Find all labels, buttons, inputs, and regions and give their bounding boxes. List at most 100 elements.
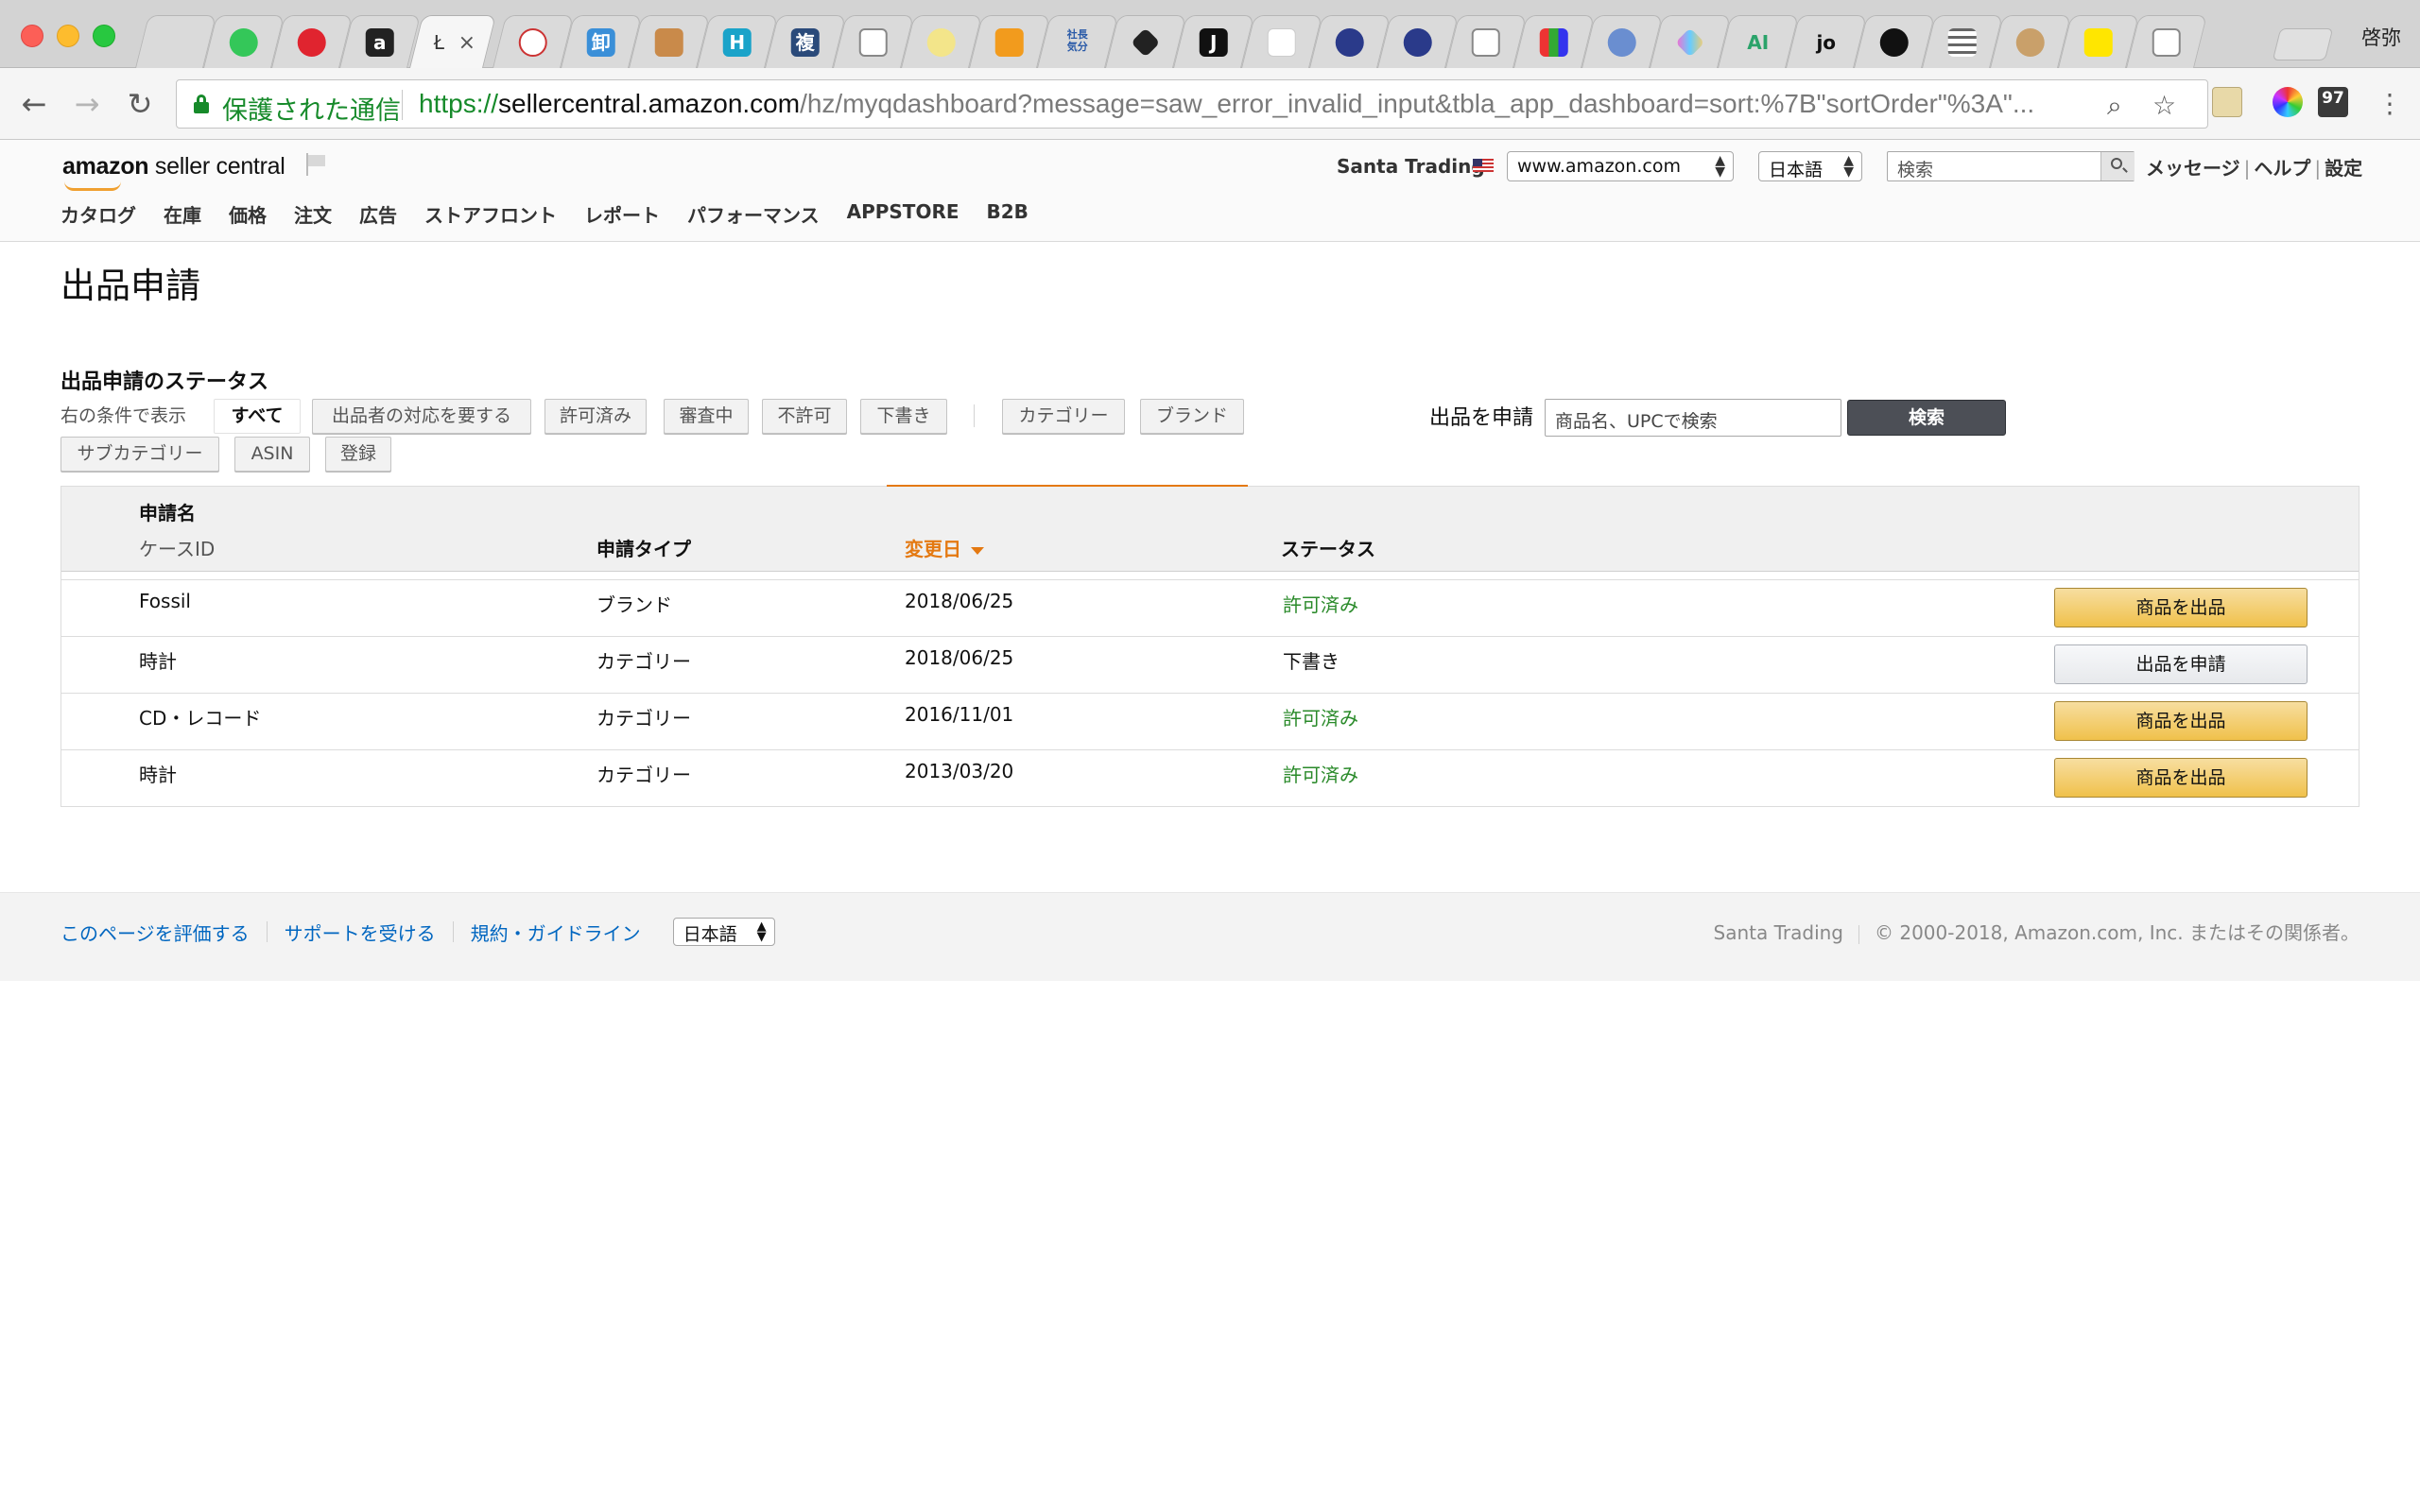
bookmark-star-icon[interactable]: ☆ [2152, 90, 2176, 121]
list-product-button[interactable]: 商品を出品 [2054, 758, 2308, 798]
browser-tab-strip: a Ł × 卸 H 複 社長気分 J AI jo 啓弥 [0, 0, 2420, 68]
page-title: 出品申請 [60, 266, 200, 306]
back-arrow-icon[interactable]: ← [15, 85, 53, 123]
filter-registration[interactable]: 登録 [325, 437, 391, 472]
nav-pricing[interactable]: 価格 [229, 200, 267, 228]
header-type[interactable]: 申請タイプ [596, 534, 691, 561]
header-date-label: 変更日 [905, 538, 961, 560]
filter-approved[interactable]: 許可済み [544, 399, 647, 434]
color-grid-icon [1539, 28, 1568, 57]
nav-reports[interactable]: レポート [584, 200, 660, 228]
get-support-link[interactable]: サポートを受ける [285, 919, 436, 946]
header-status[interactable]: ステータス [1281, 534, 1375, 561]
nav-appstore[interactable]: APPSTORE [847, 200, 959, 228]
browser-tab[interactable]: a [339, 15, 421, 68]
url-host: sellercentral.amazon.com [498, 89, 801, 118]
jo-icon: jo [1816, 31, 1837, 54]
browser-tab-active[interactable]: Ł × [409, 15, 496, 68]
footer-language-select[interactable]: 日本語 ▲ ▼ [672, 918, 775, 946]
filter-denied[interactable]: 不許可 [762, 399, 847, 434]
logo-seller-central: seller central [148, 153, 285, 180]
reload-icon[interactable]: ↻ [121, 85, 159, 123]
header-name[interactable]: 申請名 [139, 498, 196, 525]
nav-advertising[interactable]: 広告 [359, 200, 397, 228]
address-bar[interactable]: 保護された通信 https://sellercentral.amazon.com… [176, 79, 2208, 129]
minimize-window-button[interactable] [57, 25, 79, 47]
zoom-magnifier-icon[interactable]: ⌕ [2107, 90, 2122, 122]
row-type: カテゴリー [596, 707, 691, 730]
header-search-placeholder: 検索 [1897, 160, 1934, 180]
header-search-input[interactable]: 検索 [1887, 151, 2135, 181]
secure-connection-label[interactable]: 保護された通信 [222, 90, 401, 127]
filter-all[interactable]: すべて [214, 399, 301, 434]
doc-icon [1471, 28, 1500, 57]
color-picker-extension-icon[interactable] [2273, 87, 2303, 117]
shacho-icon: 社長気分 [1066, 28, 1088, 53]
globe-icon [1335, 28, 1364, 57]
seller-central-logo[interactable]: amazon seller central [62, 153, 285, 191]
sort-column-accent [887, 485, 1248, 487]
footer-divider [266, 921, 268, 942]
url-text[interactable]: https://sellercentral.amazon.com/hz/myqd… [419, 89, 2034, 119]
apply-search-button[interactable]: 検索 [1847, 400, 2006, 436]
request-approval-button[interactable]: 出品を申請 [2054, 644, 2308, 684]
url-scheme: https:// [419, 89, 499, 118]
browser-menu-icon[interactable]: ⋮ [2371, 85, 2409, 123]
j-icon: J [1199, 28, 1228, 57]
filter-draft[interactable]: 下書き [860, 399, 947, 434]
filter-subcategory[interactable]: サブカテゴリー [60, 437, 219, 472]
close-tab-icon[interactable]: × [458, 31, 475, 55]
list-product-button[interactable]: 商品を出品 [2054, 701, 2308, 741]
applications-table: 申請名 ケースID 申請タイプ 変更日 ステータス Fossil ブランド 20… [60, 486, 2360, 807]
browser-tab[interactable] [2126, 15, 2207, 68]
apply-search-input[interactable]: 商品名、UPCで検索 [1545, 399, 1841, 437]
nav-catalog[interactable]: カタログ [60, 200, 136, 228]
doc-icon [858, 28, 888, 57]
close-window-button[interactable] [21, 25, 43, 47]
list-product-button[interactable]: 商品を出品 [2054, 588, 2308, 627]
browser-profile-name[interactable]: 啓弥 [2361, 23, 2401, 51]
filter-asin[interactable]: ASIN [234, 437, 310, 472]
nav-inventory[interactable]: 在庫 [164, 200, 201, 228]
crest-icon [518, 28, 547, 57]
analytics-icon [994, 28, 1024, 57]
filter-brand[interactable]: ブランド [1140, 399, 1244, 434]
row-date: 2016/11/01 [905, 703, 1014, 726]
row-name: 時計 [139, 764, 177, 786]
table-row: 時計 カテゴリー 2013/03/20 許可済み 商品を出品 [61, 749, 2359, 806]
language-select[interactable]: 日本語 ▲ ▼ [1758, 151, 1862, 181]
nav-storefront[interactable]: ストアフロント [424, 200, 557, 228]
settings-link[interactable]: 設定 [2321, 157, 2366, 180]
header-search-button[interactable] [2100, 152, 2135, 180]
forward-arrow-icon[interactable]: → [68, 85, 106, 123]
nav-b2b[interactable]: B2B [987, 200, 1028, 228]
apply-search-placeholder: 商品名、UPCで検索 [1555, 411, 1718, 432]
header-case-id[interactable]: ケースID [139, 534, 215, 561]
zoom-window-button[interactable] [93, 25, 115, 47]
flag-icon[interactable] [306, 153, 327, 176]
section-title: 出品申請のステータス [60, 370, 269, 394]
header-date[interactable]: 変更日 [905, 534, 984, 561]
messages-link[interactable]: メッセージ [2142, 157, 2244, 180]
counter-extension-icon[interactable]: 97 [2318, 87, 2348, 117]
row-type: ブランド [596, 593, 672, 616]
rate-page-link[interactable]: このページを評価する [60, 919, 250, 946]
policies-link[interactable]: 規約・ガイドライン [471, 919, 641, 946]
nav-orders[interactable]: 注文 [294, 200, 332, 228]
main-nav: カタログ 在庫 価格 注文 広告 ストアフロント レポート パフォーマンス AP… [60, 200, 1028, 228]
filter-under-review[interactable]: 審査中 [664, 399, 749, 434]
badge-icon [926, 28, 956, 57]
help-link[interactable]: ヘルプ [2250, 157, 2314, 180]
language-value: 日本語 [1769, 160, 1824, 180]
nav-performance[interactable]: パフォーマンス [687, 200, 820, 228]
row-status: 下書き [1283, 650, 1340, 673]
filter-category[interactable]: カテゴリー [1002, 399, 1125, 434]
row-name: Fossil [139, 590, 191, 612]
header-links: メッセージ | ヘルプ | 設定 [2142, 153, 2366, 180]
filter-action-required[interactable]: 出品者の対応を要する [312, 399, 531, 434]
kanji-icon: 複 [790, 28, 820, 57]
new-tab-button[interactable] [2272, 28, 2334, 60]
table-row: CD・レコード カテゴリー 2016/11/01 許可済み 商品を出品 [61, 693, 2359, 749]
image-extension-icon[interactable] [2212, 87, 2242, 117]
marketplace-select[interactable]: www.amazon.com ▲ ▼ [1507, 151, 1734, 181]
